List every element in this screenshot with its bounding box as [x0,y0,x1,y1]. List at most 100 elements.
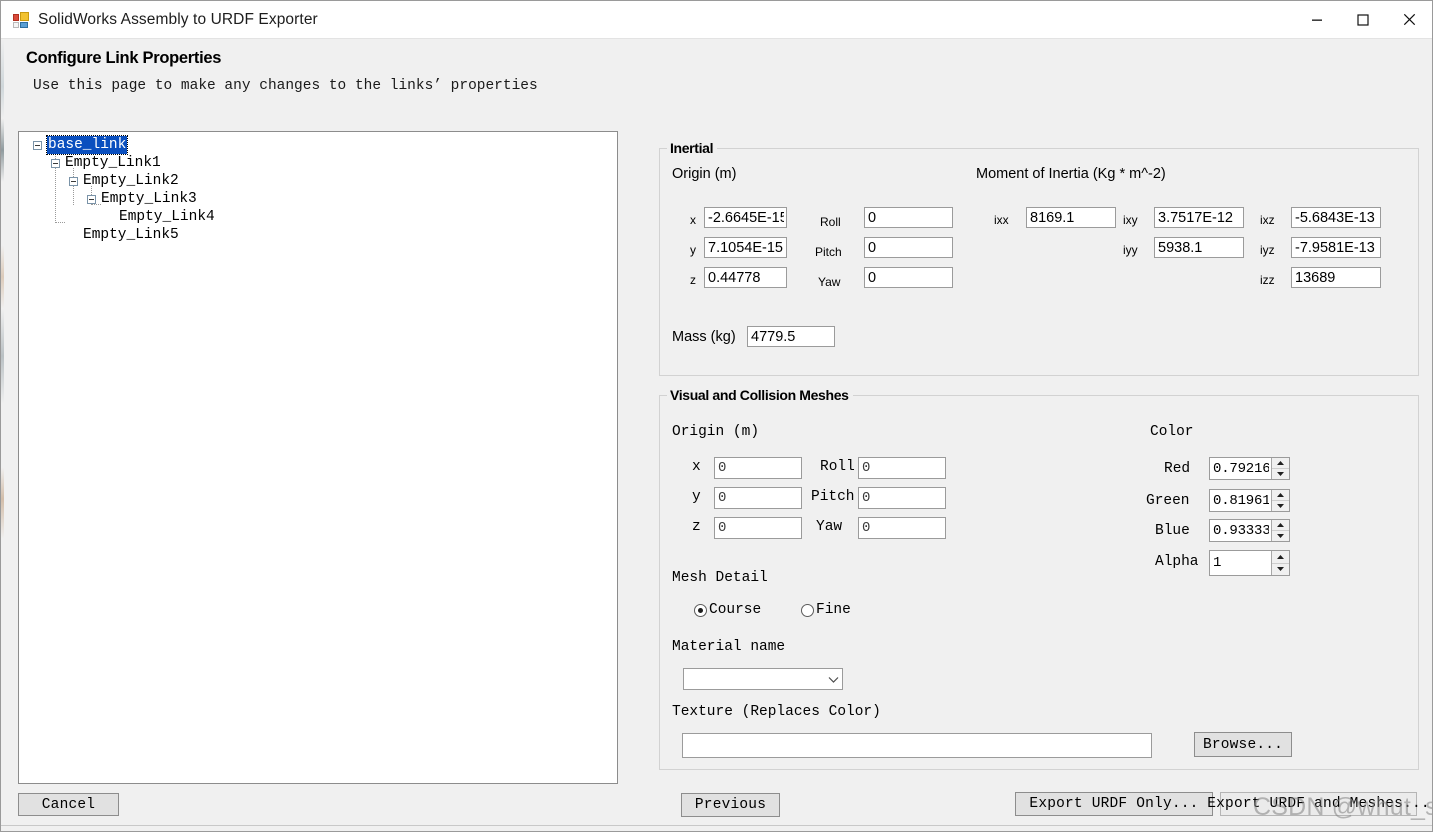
visual-z-input[interactable] [714,517,802,539]
inertial-izz-label: izz [1260,273,1275,287]
visual-y-input[interactable] [714,487,802,509]
inertial-x-label: x [690,213,696,227]
inertial-ixz-label: ixz [1260,213,1275,227]
maximize-icon [1357,13,1369,26]
inertial-z-input[interactable] [704,267,787,288]
tree-expander-icon[interactable] [69,177,78,186]
stepper-up-button[interactable] [1272,490,1289,501]
color-alpha-stepper[interactable] [1209,550,1290,576]
color-alpha-input[interactable] [1210,551,1271,575]
window-title: SolidWorks Assembly to URDF Exporter [38,10,318,28]
color-blue-input[interactable] [1210,520,1271,541]
chevron-up-icon [1277,461,1284,465]
maximize-button[interactable] [1340,1,1386,38]
app-grid-icon [13,11,29,28]
stepper-buttons[interactable] [1271,490,1289,511]
title-bar: SolidWorks Assembly to URDF Exporter [1,1,1432,39]
inertial-z-label: z [690,273,696,287]
inertial-ixz-input[interactable] [1291,207,1381,228]
tree-expander-icon[interactable] [87,195,96,204]
app-window: SolidWorks Assembly to URDF Exporter Con… [0,0,1433,832]
chevron-down-icon [1277,534,1284,538]
inertial-ixx-input[interactable] [1026,207,1116,228]
tree-item-label: Empty_Link1 [65,155,161,171]
previous-button[interactable]: Previous [681,793,780,817]
inertial-mass-input[interactable] [747,326,835,347]
inertial-iyz-label: iyz [1260,243,1275,257]
inertial-ixy-label: ixy [1123,213,1138,227]
inertial-izz-input[interactable] [1291,267,1381,288]
tree-item-label: Empty_Link2 [83,173,179,189]
stepper-up-button[interactable] [1272,551,1289,564]
material-name-combobox[interactable] [683,668,843,690]
window-left-edge-artifact [1,39,4,831]
window-controls [1294,1,1432,38]
chevron-up-icon [1277,523,1284,527]
footer-divider [1,825,1432,826]
stepper-down-button[interactable] [1272,563,1289,575]
inertial-yaw-input[interactable] [864,267,953,288]
color-red-label: Red [1164,461,1191,477]
close-icon [1403,13,1415,26]
visual-roll-input[interactable] [858,457,946,479]
visual-origin-label: Origin (m) [672,424,760,440]
color-red-stepper[interactable] [1209,457,1290,480]
mesh-detail-course-label: Course [709,602,762,618]
visual-pitch-input[interactable] [858,487,946,509]
color-label: Color [1150,424,1194,440]
texture-browse-button[interactable]: Browse... [1194,732,1292,757]
tree-expander-icon[interactable] [51,159,60,168]
inertial-iyz-input[interactable] [1291,237,1381,258]
stepper-buttons[interactable] [1271,551,1289,575]
visual-y-label: y [692,489,701,505]
stepper-buttons[interactable] [1271,520,1289,541]
visual-roll-label: Roll [820,459,855,475]
link-tree-panel[interactable]: base_link Empty_Link1 Empty_Link2 Empty_… [18,131,618,784]
inertial-origin-label: Origin (m) [672,166,737,182]
color-green-stepper[interactable] [1209,489,1290,512]
chevron-down-icon [1277,472,1284,476]
mesh-detail-radio-fine[interactable]: Fine [801,602,851,618]
minimize-button[interactable] [1294,1,1340,38]
stepper-down-button[interactable] [1272,469,1289,479]
radio-selected-icon [694,603,707,617]
texture-path-input[interactable] [682,733,1152,758]
tree-item-empty_link1[interactable]: Empty_Link1 [23,154,617,172]
inertial-iyy-input[interactable] [1154,237,1244,258]
page-subtitle: Use this page to make any changes to the… [33,78,538,94]
visual-yaw-label: Yaw [816,519,843,535]
tree-item-empty_link2[interactable]: Empty_Link2 [23,172,617,190]
close-button[interactable] [1386,1,1432,38]
chevron-down-icon[interactable] [824,676,842,683]
tree-item-empty_link3[interactable]: Empty_Link3 [23,190,617,208]
stepper-up-button[interactable] [1272,458,1289,469]
tree-item-base_link[interactable]: base_link [23,135,617,155]
tree-expander-icon[interactable] [33,141,42,150]
stepper-down-button[interactable] [1272,531,1289,541]
inertial-x-input[interactable] [704,207,787,228]
color-blue-label: Blue [1155,523,1190,539]
export-urdf-and-meshes-button[interactable]: Export URDF and Meshes... [1207,792,1430,816]
color-blue-stepper[interactable] [1209,519,1290,542]
color-alpha-label: Alpha [1155,554,1199,570]
inertial-roll-input[interactable] [864,207,953,228]
stepper-buttons[interactable] [1271,458,1289,479]
tree-item-empty_link5[interactable]: Empty_Link5 [23,226,617,244]
mesh-detail-radio-course[interactable]: Course [694,602,761,618]
inertial-pitch-input[interactable] [864,237,953,258]
tree-item-empty_link4[interactable]: Empty_Link4 [23,208,617,226]
inertial-ixy-input[interactable] [1154,207,1244,228]
color-red-input[interactable] [1210,458,1271,479]
cancel-button[interactable]: Cancel [18,793,119,816]
inertial-y-input[interactable] [704,237,787,258]
tree-item-label: base_link [45,135,129,155]
stepper-up-button[interactable] [1272,520,1289,531]
inertial-iyy-label: iyy [1123,243,1138,257]
visual-x-input[interactable] [714,457,802,479]
stepper-down-button[interactable] [1272,501,1289,511]
visual-yaw-input[interactable] [858,517,946,539]
color-green-input[interactable] [1210,490,1271,511]
chevron-up-icon [1277,554,1284,559]
tree-item-label: Empty_Link4 [119,209,215,225]
export-urdf-only-button[interactable]: Export URDF Only... [1015,792,1213,816]
